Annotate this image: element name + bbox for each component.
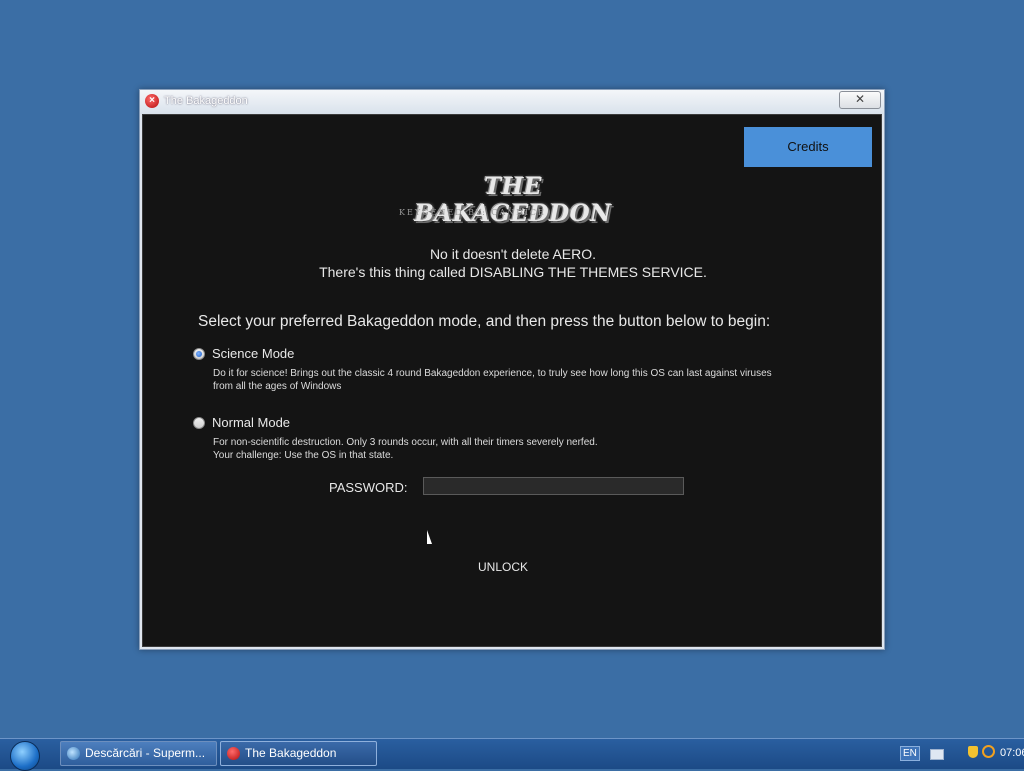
close-button[interactable]: ✕: [839, 91, 881, 109]
unlock-button[interactable]: UNLOCK: [463, 560, 543, 574]
mouse-cursor-icon: [427, 530, 432, 544]
taskbar-item-bakageddon[interactable]: The Bakageddon: [220, 741, 377, 766]
taskbar: Descărcări - Superm... The Bakageddon EN…: [0, 738, 1024, 771]
browser-icon: [67, 747, 80, 760]
normal-mode-desc-line-1: For non-scientific destruction. Only 3 r…: [213, 437, 598, 448]
window-title: The Bakageddon: [164, 95, 248, 107]
app-icon: ×: [145, 94, 159, 108]
science-mode-description: Do it for science! Brings out the classi…: [213, 367, 833, 393]
system-tray: EN 07:06: [874, 739, 1024, 769]
mode-prompt: Select your preferred Bakageddon mode, a…: [198, 313, 771, 330]
taskbar-item-browser[interactable]: Descărcări - Superm...: [60, 741, 217, 766]
notice-line-2: There's this thing called DISABLING THE …: [319, 264, 707, 280]
app-window: × The Bakageddon ✕ Credits THE BAKAGEDDO…: [139, 89, 885, 650]
password-field[interactable]: [423, 477, 684, 495]
bakageddon-icon: [227, 747, 240, 760]
taskbar-item-label: Descărcări - Superm...: [85, 746, 206, 760]
keyboard-icon[interactable]: [930, 749, 944, 760]
taskbar-item-label: The Bakageddon: [245, 746, 337, 760]
clock[interactable]: 07:06: [1000, 747, 1024, 759]
science-mode-desc-line-2: from all the ages of Windows: [213, 381, 342, 392]
language-indicator[interactable]: EN: [900, 746, 920, 761]
science-mode-label[interactable]: Science Mode: [212, 346, 294, 361]
password-label: PASSWORD:: [329, 480, 408, 495]
normal-mode-radio[interactable]: [193, 417, 205, 429]
app-content: Credits THE BAKAGEDDON KEYGENED BY: CAND…: [142, 114, 882, 647]
normal-mode-label[interactable]: Normal Mode: [212, 415, 290, 430]
normal-mode-description: For non-scientific destruction. Only 3 r…: [213, 436, 833, 462]
credits-button[interactable]: Credits: [744, 127, 872, 167]
logo-title: THE BAKAGEDDON: [414, 173, 612, 227]
title-bar[interactable]: × The Bakageddon ✕: [140, 90, 884, 114]
start-button[interactable]: [10, 741, 40, 771]
science-mode-radio[interactable]: [193, 348, 205, 360]
logo-subtitle: KEYGENED BY: CANDICE: [399, 208, 546, 217]
science-mode-desc-line-1: Do it for science! Brings out the classi…: [213, 368, 772, 379]
notice-line-1: No it doesn't delete AERO.: [429, 246, 597, 262]
security-shield-icon[interactable]: [968, 746, 978, 758]
search-icon[interactable]: [982, 745, 995, 758]
normal-mode-desc-line-2: Your challenge: Use the OS in that state…: [213, 450, 394, 461]
